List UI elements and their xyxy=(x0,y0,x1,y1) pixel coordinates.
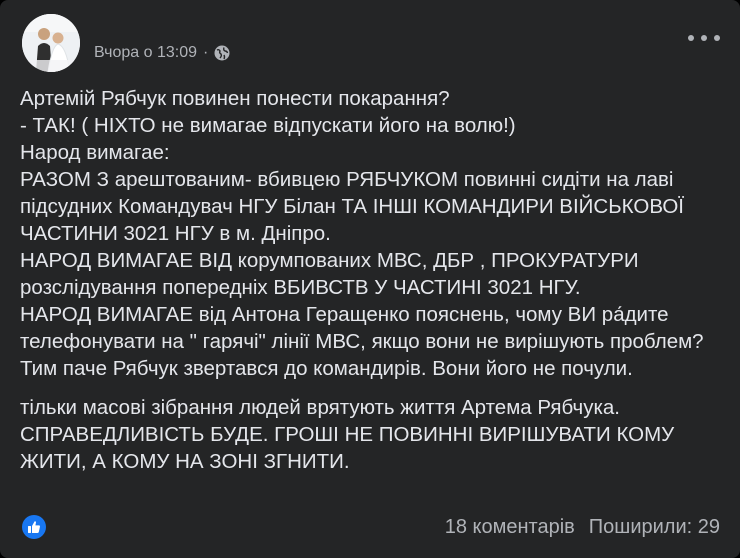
post-text: Артемій Рябчук повинен понести покарання… xyxy=(20,85,720,475)
avatar-photo xyxy=(22,14,80,72)
post-line: СПРАВЕДЛИВІСТЬ БУДЕ. ГРОШІ НЕ ПОВИННІ ВИ… xyxy=(20,423,675,473)
comments-count[interactable]: 18 коментарів xyxy=(445,516,575,539)
post-line: - ТАК! ( НІХТО не вимагае відпускати йог… xyxy=(20,114,516,137)
shares-count[interactable]: Поширили: 29 xyxy=(589,516,720,539)
post-line: Тим паче Рябчук звертався до командирів.… xyxy=(20,357,633,380)
post-stats: 18 коментарів Поширили: 29 xyxy=(445,516,720,539)
dot xyxy=(714,35,720,41)
post-card: Вчора о 13:09 · Артемій Рябчук повинен п… xyxy=(0,0,740,558)
post-line: НАРОД ВИМАГАЕ від Антона Геращенко поясн… xyxy=(20,303,704,353)
avatar[interactable] xyxy=(22,14,80,72)
post-meta: Вчора о 13:09 · xyxy=(94,44,230,62)
dot xyxy=(701,35,707,41)
post-timestamp[interactable]: Вчора о 13:09 xyxy=(94,44,197,62)
post-line: РАЗОМ З арештованим- вбивцею РЯБЧУКОМ по… xyxy=(20,168,684,245)
more-options-icon[interactable] xyxy=(688,30,720,46)
dot xyxy=(688,35,694,41)
post-line: Народ вимагае: xyxy=(20,141,170,164)
post-line: НАРОД ВИМАГАЕ ВІД корумпованих МВС, ДБР … xyxy=(20,249,639,299)
post-line: тільки масові зібрання людей врятують жи… xyxy=(20,396,620,419)
post-footer: 18 коментарів Поширили: 29 xyxy=(22,515,720,539)
post-line: Артемій Рябчук повинен понести покарання… xyxy=(20,87,450,110)
thumbs-up-icon[interactable] xyxy=(22,515,46,539)
meta-separator: · xyxy=(203,44,209,61)
globe-icon xyxy=(214,45,230,61)
